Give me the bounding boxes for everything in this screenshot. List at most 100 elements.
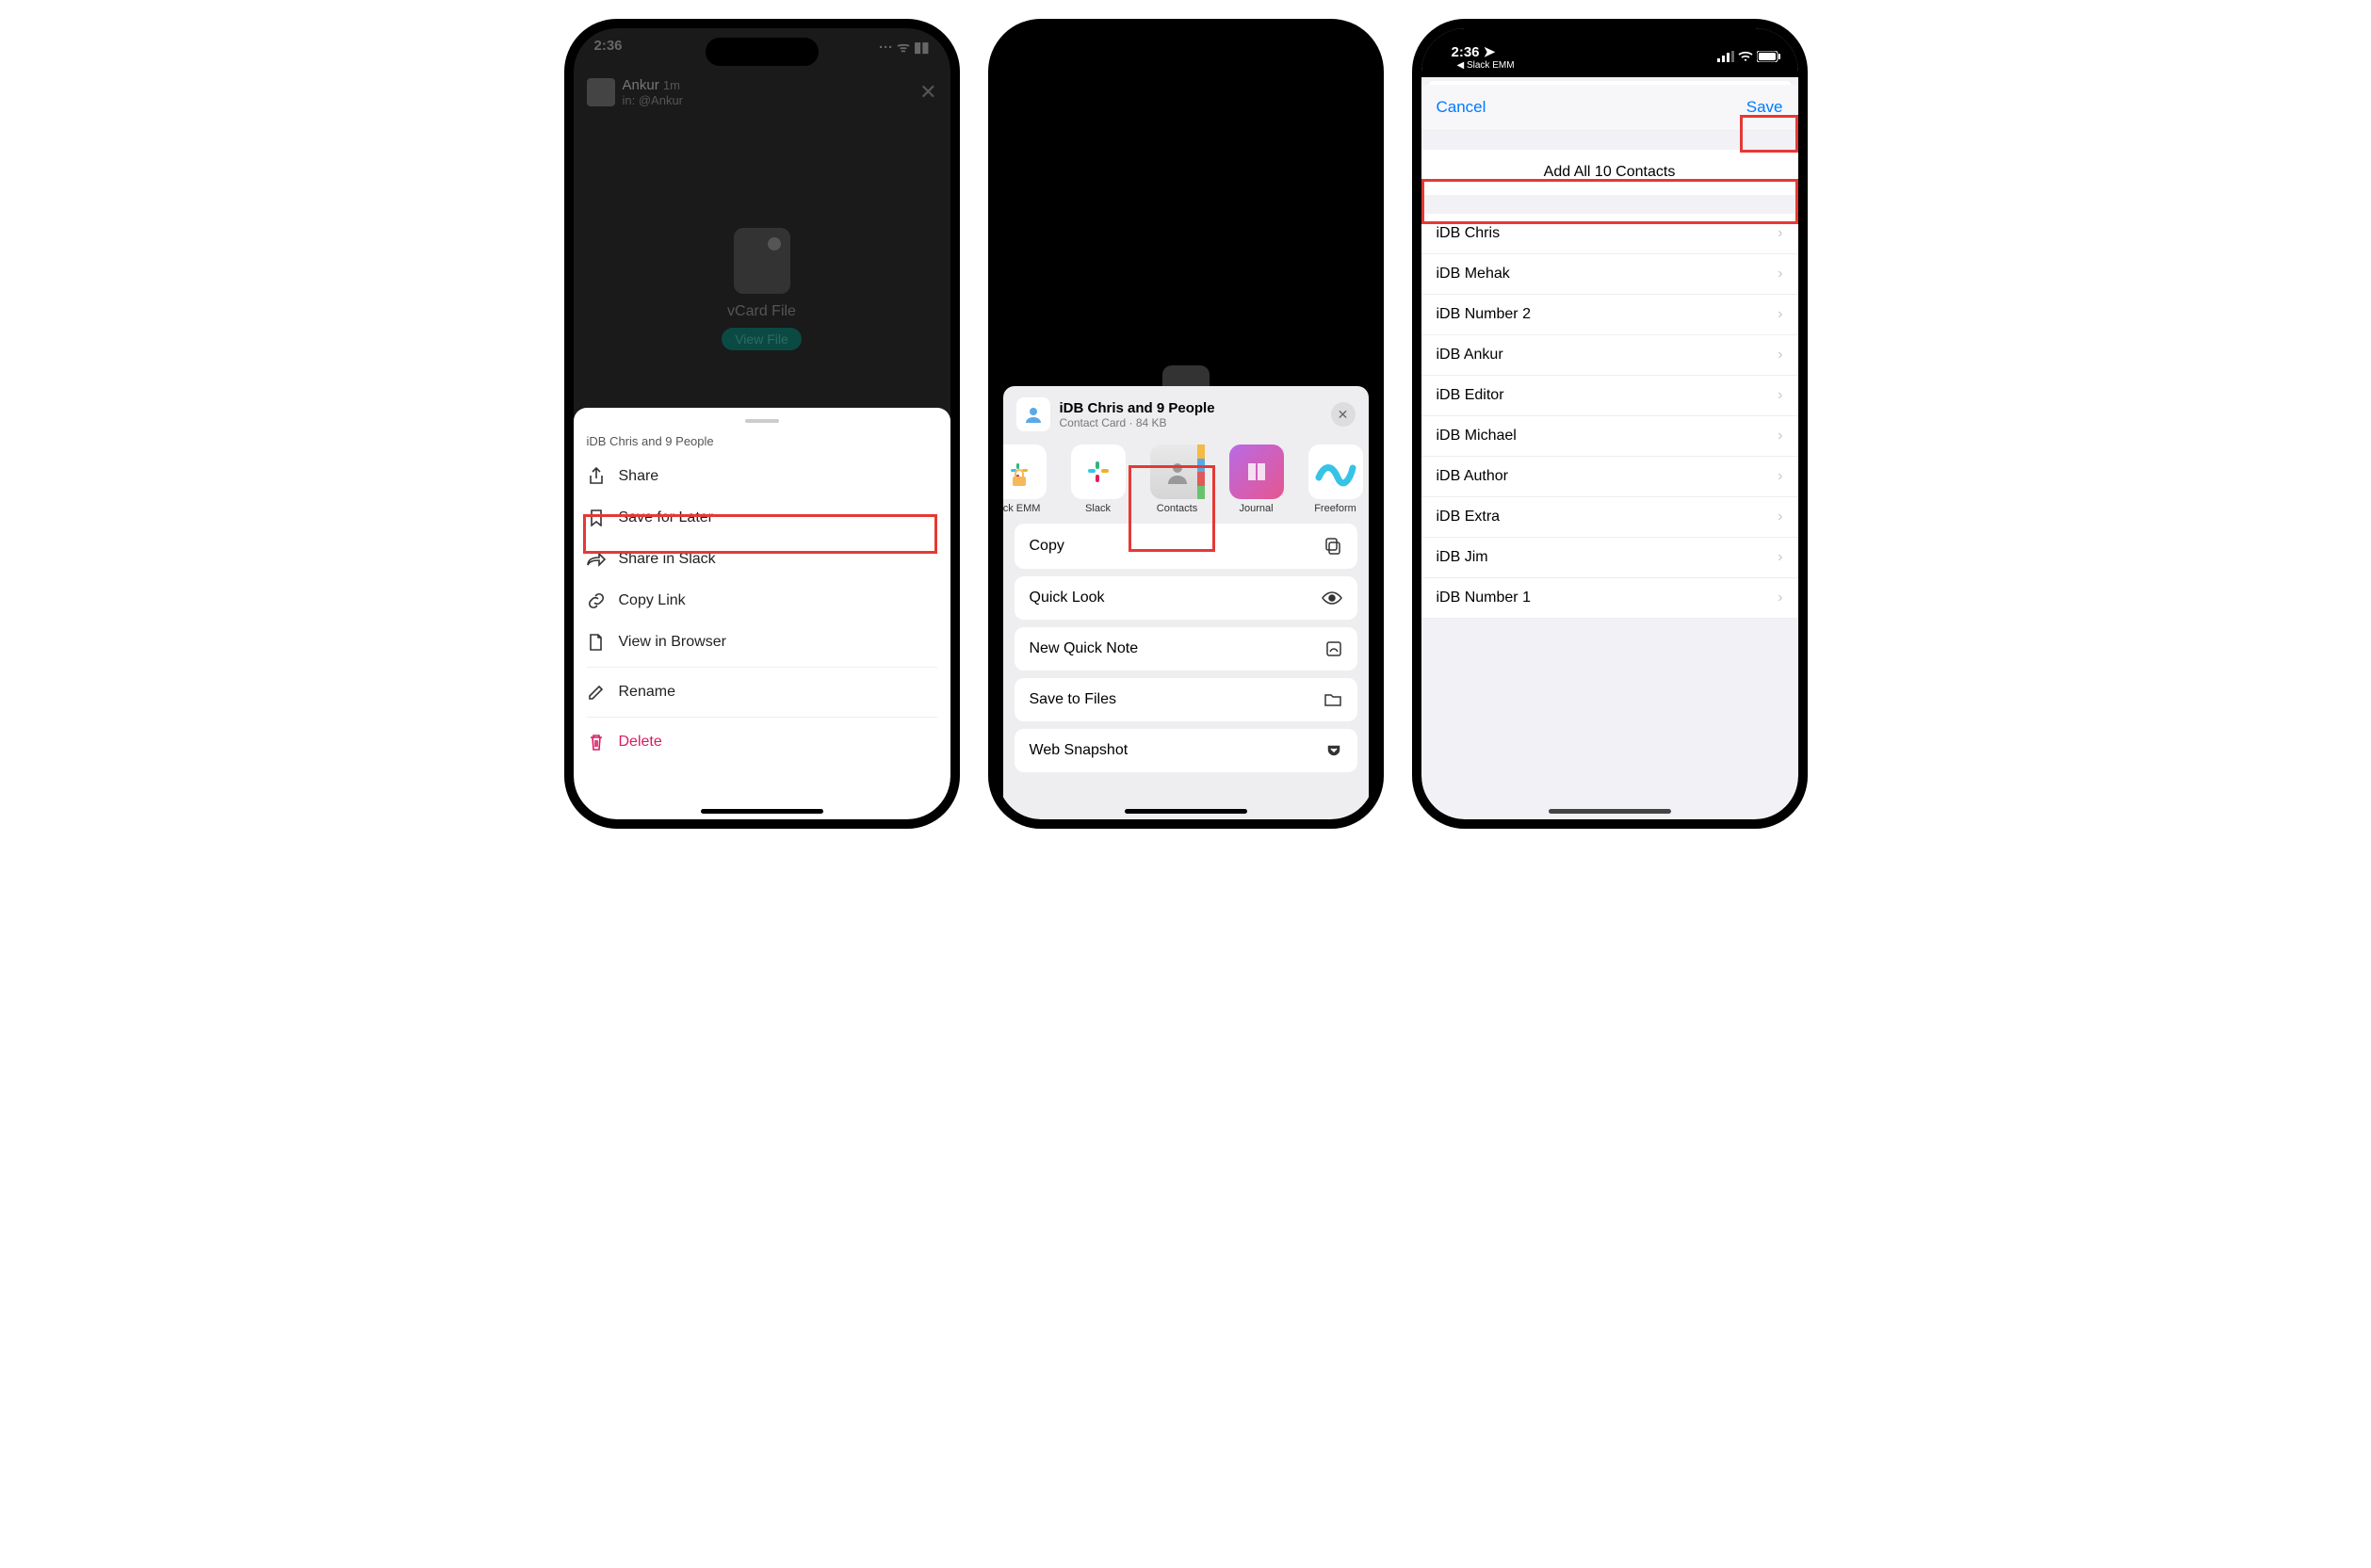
freeform-icon [1308, 445, 1363, 499]
copy-link-row[interactable]: Copy Link [574, 580, 950, 622]
copy-label: Copy [1030, 538, 1064, 555]
timestamp: 1m [663, 78, 680, 92]
contact-item[interactable]: iDB Ankur › [1421, 335, 1798, 376]
chevron-right-icon: › [1778, 428, 1782, 445]
divider [587, 667, 937, 668]
page-icon [587, 633, 606, 652]
save-files-action[interactable]: Save to Files [1015, 678, 1357, 721]
app-label: Slack [1085, 503, 1111, 514]
status-indicators: ··· ᯤ ▮▮ [879, 38, 930, 70]
view-browser-row[interactable]: View in Browser [574, 622, 950, 663]
battery-icon [1757, 51, 1781, 62]
chevron-right-icon: › [1778, 549, 1782, 566]
bookmark-icon [587, 509, 606, 527]
trash-icon [587, 733, 606, 752]
contact-item[interactable]: iDB Extra› [1421, 497, 1798, 538]
channel-label: in: @Ankur [623, 93, 920, 107]
share-title: iDB Chris and 9 People [1060, 400, 1322, 416]
close-icon[interactable]: ✕ [919, 80, 936, 105]
folder-icon [1324, 692, 1342, 707]
app-label: Contacts [1157, 503, 1197, 514]
share-app-slack[interactable]: Slack [1062, 445, 1135, 514]
close-icon[interactable]: ✕ [1331, 402, 1356, 427]
slack-icon [1071, 445, 1126, 499]
save-button[interactable]: Save [1746, 98, 1783, 117]
save-files-label: Save to Files [1030, 691, 1116, 708]
file-icon [734, 228, 790, 294]
contact-name: iDB Jim [1437, 549, 1488, 566]
share-row[interactable]: Share [574, 456, 950, 497]
home-indicator[interactable] [1125, 809, 1247, 814]
contact-item[interactable]: iDB Author › [1421, 457, 1798, 497]
contact-item[interactable]: iDB Jim › [1421, 538, 1798, 578]
share-slack-row[interactable]: Share in Slack [574, 539, 950, 580]
contact-name: iDB Mehak [1437, 266, 1510, 283]
share-app-freeform[interactable]: Freeform [1299, 445, 1369, 514]
eye-icon [1322, 591, 1342, 605]
copy-icon [1324, 537, 1342, 556]
contact-item[interactable]: iDB Mehak› [1421, 254, 1798, 295]
app-label: ack EMM [1003, 503, 1041, 514]
save-later-row[interactable]: Save for Later [574, 497, 950, 539]
sheet-grabber[interactable] [745, 419, 779, 423]
rename-label: Rename [619, 684, 675, 701]
web-snapshot-label: Web Snapshot [1030, 742, 1129, 759]
quick-look-action[interactable]: Quick Look [1015, 576, 1357, 620]
quick-look-label: Quick Look [1030, 590, 1105, 606]
action-sheet: iDB Chris and 9 People Share Save for La… [574, 408, 950, 819]
chevron-right-icon: › [1778, 387, 1782, 404]
home-indicator[interactable] [701, 809, 823, 814]
contact-item[interactable]: iDB Michael › [1421, 416, 1798, 457]
status-time: 2:36 [1452, 44, 1480, 60]
wifi-icon [1738, 51, 1753, 62]
share-slack-label: Share in Slack [619, 551, 716, 568]
signal-icon [1717, 51, 1734, 62]
ios-share-sheet: iDB Chris and 9 People Contact Card · 84… [1003, 386, 1369, 819]
slack-file-header: Ankur 1m in: @Ankur ✕ [574, 70, 950, 115]
back-to-app[interactable]: ◀ Slack EMM [1452, 60, 1515, 71]
home-indicator[interactable] [1549, 809, 1671, 814]
chevron-right-icon: › [1778, 468, 1782, 485]
rename-row[interactable]: Rename [574, 671, 950, 713]
contact-name: iDB Number 1 [1437, 590, 1531, 606]
pencil-icon [587, 683, 606, 702]
contact-card-icon [1016, 397, 1050, 431]
copy-action[interactable]: Copy [1015, 524, 1357, 569]
contact-item[interactable]: iDB Chris› [1421, 214, 1798, 254]
contact-item[interactable]: iDB Number 1› [1421, 578, 1798, 619]
view-file-button[interactable]: View File [722, 328, 802, 350]
chevron-right-icon: › [1778, 225, 1782, 242]
chevron-right-icon: › [1778, 306, 1782, 323]
share-app-contacts[interactable]: Contacts [1141, 445, 1214, 514]
share-app-slack-emm[interactable]: ack EMM [1003, 445, 1056, 514]
contact-item[interactable]: iDB Number 2› [1421, 295, 1798, 335]
add-all-button[interactable]: Add All 10 Contacts [1421, 150, 1798, 195]
delete-row[interactable]: Delete [574, 721, 950, 763]
notch [706, 38, 819, 66]
contact-name: iDB Ankur [1437, 347, 1503, 364]
file-type-label: vCard File [727, 303, 796, 320]
phone-2-share-sheet: iDB Chris and 9 People Contact Card · 84… [988, 19, 1384, 829]
notch [1129, 38, 1242, 66]
copy-link-label: Copy Link [619, 592, 686, 609]
save-later-label: Save for Later [619, 509, 714, 526]
journal-icon [1229, 445, 1284, 499]
nav-bar: Cancel Save [1421, 85, 1798, 131]
chevron-right-icon: › [1778, 347, 1782, 364]
cancel-button[interactable]: Cancel [1437, 98, 1486, 117]
contact-item[interactable]: iDB Editor› [1421, 376, 1798, 416]
contact-name: iDB Author [1437, 468, 1508, 485]
web-snapshot-action[interactable]: Web Snapshot [1015, 729, 1357, 772]
contacts-icon [1150, 445, 1205, 499]
link-icon [587, 591, 606, 610]
contacts-list[interactable]: iDB Chris› iDB Mehak› iDB Number 2› iDB … [1421, 214, 1798, 619]
notch [1553, 38, 1666, 66]
share-app-row[interactable]: ack EMM Slack Contacts [1003, 441, 1369, 524]
share-app-journal[interactable]: Journal [1220, 445, 1293, 514]
note-icon [1325, 640, 1342, 657]
pocket-icon [1325, 742, 1342, 759]
divider [587, 717, 937, 718]
share-icon [587, 467, 606, 486]
new-note-action[interactable]: New Quick Note [1015, 627, 1357, 671]
contact-name: iDB Michael [1437, 428, 1517, 445]
